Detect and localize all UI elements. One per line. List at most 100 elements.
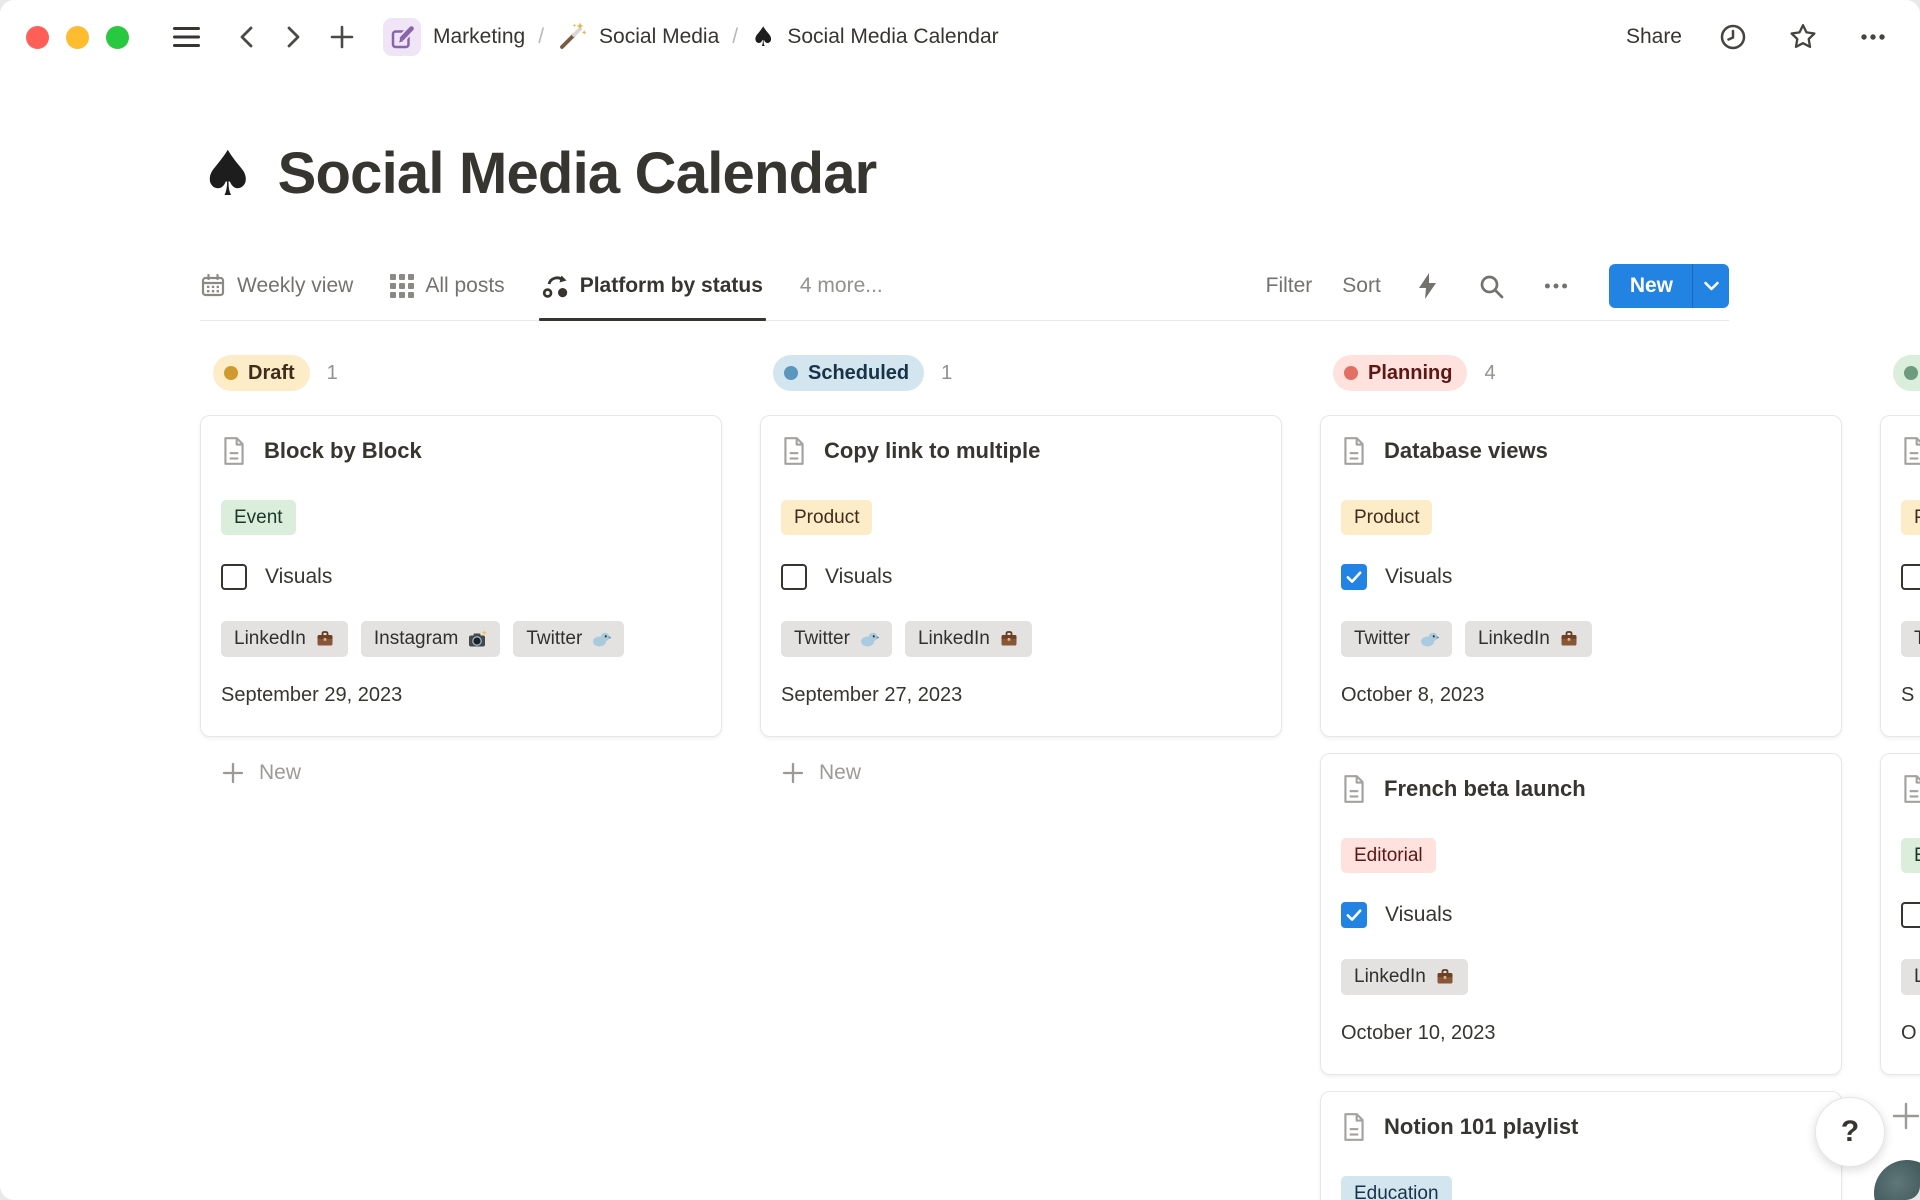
board-column-partial: P T S E <box>1880 340 1920 1075</box>
breadcrumb-item-social-media-calendar[interactable]: ♠ Social Media Calendar <box>751 24 999 51</box>
favorite-star-icon[interactable] <box>1784 18 1822 56</box>
card-partial[interactable]: P T S <box>1880 415 1920 737</box>
visuals-checkbox[interactable] <box>221 564 247 590</box>
column-header-pill[interactable]: Planning <box>1333 355 1467 391</box>
page-title: ♠ Social Media Calendar <box>200 140 876 207</box>
page-title-text[interactable]: Social Media Calendar <box>278 140 877 207</box>
page-spade-icon[interactable]: ♠ <box>200 141 256 207</box>
platform-tag-twitter: Twitter <box>513 621 624 657</box>
breadcrumb: Marketing / Social Media / ♠ So <box>383 18 999 56</box>
minimize-window-button[interactable] <box>66 26 89 49</box>
card-block-by-block[interactable]: Block by Block Event Visuals LinkedIn In… <box>200 415 722 737</box>
add-card-button[interactable]: New <box>782 761 1282 785</box>
page-icon <box>1901 774 1920 804</box>
visuals-checkbox[interactable] <box>1341 564 1367 590</box>
category-tag: E <box>1901 838 1920 873</box>
platform-tag: L <box>1901 959 1920 995</box>
column-header-pill[interactable] <box>1893 355 1920 391</box>
card-database-views[interactable]: Database views Product Visuals Twitter L… <box>1320 415 1842 737</box>
platform-tag-linkedin: LinkedIn <box>1341 959 1468 995</box>
camera-icon <box>467 629 487 649</box>
breadcrumb-label: Social Media Calendar <box>787 25 998 49</box>
more-options-icon[interactable] <box>1854 18 1892 56</box>
page-icon <box>1341 1112 1367 1142</box>
tab-platform-by-status[interactable]: Platform by status <box>542 252 763 320</box>
tab-label: 4 more... <box>800 274 883 298</box>
new-button-dropdown[interactable] <box>1692 264 1729 308</box>
status-dot <box>784 366 798 380</box>
add-card-button[interactable]: New <box>222 761 722 785</box>
new-page-icon[interactable] <box>323 18 361 56</box>
tab-all-posts[interactable]: All posts <box>390 252 504 320</box>
page-icon <box>1341 774 1367 804</box>
automations-lightning-icon[interactable] <box>1411 269 1445 303</box>
category-tag: Product <box>1341 500 1432 535</box>
tab-more-views[interactable]: 4 more... <box>800 252 883 320</box>
column-header-pill[interactable]: Scheduled <box>773 355 924 391</box>
new-record-button[interactable]: New <box>1609 264 1729 308</box>
forward-icon[interactable] <box>275 18 313 56</box>
bird-icon <box>859 629 879 649</box>
bird-icon <box>1419 629 1439 649</box>
check-icon <box>1344 905 1364 925</box>
zoom-window-button[interactable] <box>106 26 129 49</box>
board-column-planning: Planning 4 Database views Product Visual… <box>1320 340 1842 1200</box>
column-count: 1 <box>941 362 952 385</box>
card-french-beta-launch[interactable]: French beta launch Editorial Visuals Lin… <box>1320 753 1842 1075</box>
back-icon[interactable] <box>227 18 265 56</box>
search-icon[interactable] <box>1475 269 1509 303</box>
card-date: S <box>1901 684 1920 707</box>
checkbox-label: Visuals <box>1385 903 1452 927</box>
sidebar-toggle-icon[interactable] <box>167 18 205 56</box>
topbar-actions: Share <box>1626 18 1892 56</box>
filter-button[interactable]: Filter <box>1266 274 1313 298</box>
briefcase-icon <box>999 629 1019 649</box>
category-tag: Event <box>221 500 296 535</box>
checkbox-label: Visuals <box>1385 565 1452 589</box>
new-button-label[interactable]: New <box>1609 264 1692 308</box>
platform-tag-linkedin: LinkedIn <box>905 621 1032 657</box>
view-options-icon[interactable] <box>1539 269 1573 303</box>
share-button[interactable]: Share <box>1626 25 1682 49</box>
card-title: Copy link to multiple <box>824 438 1040 464</box>
top-bar: Marketing / Social Media / ♠ So <box>0 0 1920 74</box>
breadcrumb-item-social-media[interactable]: Social Media <box>557 22 719 52</box>
visuals-checkbox[interactable] <box>781 564 807 590</box>
visuals-checkbox[interactable] <box>1341 902 1367 928</box>
card-notion-101-playlist[interactable]: Notion 101 playlist Education <box>1320 1091 1842 1200</box>
visuals-checkbox[interactable] <box>1901 564 1920 590</box>
column-count: 1 <box>327 362 338 385</box>
board-column-scheduled: Scheduled 1 Copy link to multiple Produc… <box>760 340 1282 785</box>
notion-window: Marketing / Social Media / ♠ So <box>0 0 1920 1200</box>
breadcrumb-label: Marketing <box>433 25 525 49</box>
view-toolbar: Weekly view All posts Platform by status… <box>200 252 1729 321</box>
breadcrumb-item-marketing[interactable]: Marketing <box>383 18 525 56</box>
sort-button[interactable]: Sort <box>1342 274 1381 298</box>
grid-icon <box>390 274 414 298</box>
bird-icon <box>591 629 611 649</box>
visuals-checkbox[interactable] <box>1901 902 1920 928</box>
chevron-down-icon <box>1703 280 1720 292</box>
card-date: O <box>1901 1022 1920 1045</box>
add-group-plus-icon[interactable] <box>1891 1101 1920 1131</box>
view-controls: Filter Sort New <box>1266 264 1729 308</box>
card-partial[interactable]: E L O <box>1880 753 1920 1075</box>
platform-tag-instagram: Instagram <box>361 621 500 657</box>
tab-weekly-view[interactable]: Weekly view <box>200 252 353 320</box>
card-copy-link-to-multiple[interactable]: Copy link to multiple Product Visuals Tw… <box>760 415 1282 737</box>
board-column-draft: Draft 1 Block by Block Event Visuals Lin… <box>200 340 722 785</box>
category-tag: Editorial <box>1341 838 1436 873</box>
status-dot <box>224 366 238 380</box>
magic-wand-icon <box>557 22 587 52</box>
column-header-pill[interactable]: Draft <box>213 355 310 391</box>
card-date: September 27, 2023 <box>781 684 1261 707</box>
spade-icon: ♠ <box>751 24 775 51</box>
updates-history-icon[interactable] <box>1714 18 1752 56</box>
briefcase-icon <box>1559 629 1579 649</box>
page-icon <box>1901 436 1920 466</box>
view-tabs: Weekly view All posts Platform by status… <box>200 252 883 320</box>
close-window-button[interactable] <box>26 26 49 49</box>
help-button[interactable]: ? <box>1815 1097 1885 1167</box>
window-controls <box>26 26 129 49</box>
column-name: Planning <box>1368 362 1452 385</box>
